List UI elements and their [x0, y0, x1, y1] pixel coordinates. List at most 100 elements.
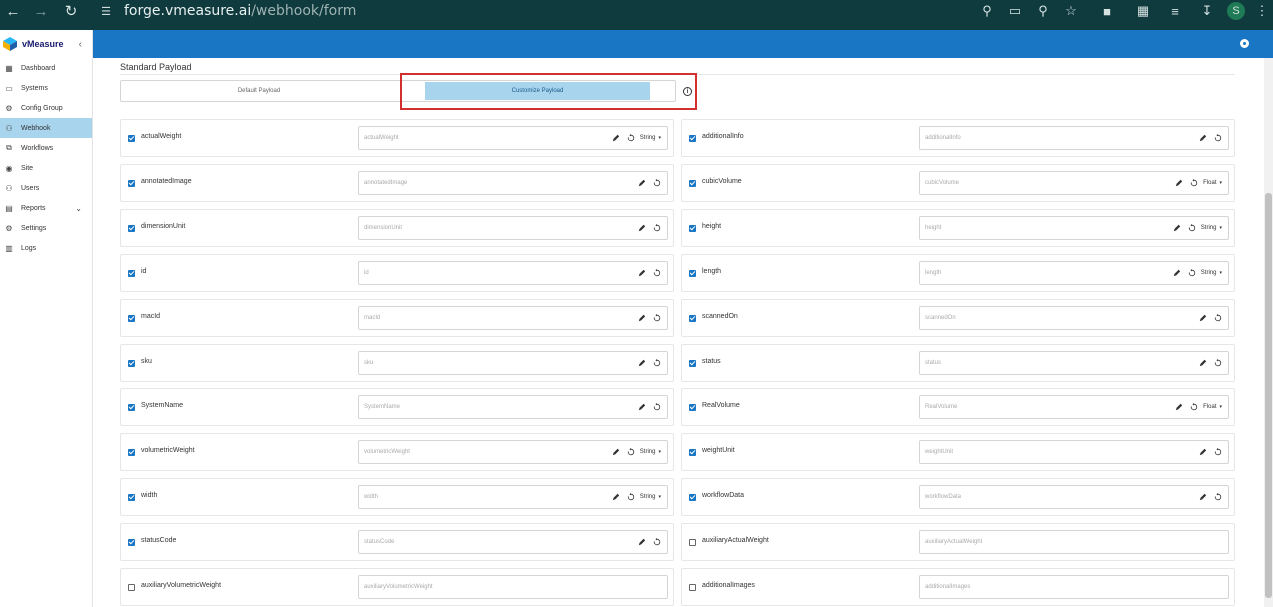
- sidebar-item-settings[interactable]: ⚙ Settings: [0, 218, 92, 238]
- edit-pencil-icon[interactable]: [1173, 269, 1181, 277]
- field-checkbox[interactable]: [128, 404, 135, 412]
- field-checkbox[interactable]: [689, 494, 696, 502]
- download-icon[interactable]: ↧: [1193, 0, 1221, 22]
- site-info-icon[interactable]: ☰: [98, 3, 114, 19]
- reset-icon[interactable]: [1214, 358, 1222, 367]
- edit-pencil-icon[interactable]: [612, 448, 620, 456]
- default-payload-option[interactable]: Default Payload: [121, 81, 397, 101]
- field-alias-input[interactable]: RealVolume Float ▾: [919, 395, 1229, 420]
- field-checkbox[interactable]: [128, 584, 135, 591]
- reset-icon[interactable]: [627, 134, 635, 142]
- field-alias-input[interactable]: height String ▾: [919, 215, 1229, 240]
- field-alias-input[interactable]: scannedOn: [919, 305, 1229, 330]
- url-text[interactable]: forge.vmeasure.ai/webhook/form: [124, 3, 356, 19]
- reset-icon[interactable]: [653, 178, 661, 187]
- chevron-down-icon[interactable]: ⌄: [75, 204, 82, 213]
- edit-pencil-icon[interactable]: [1199, 448, 1207, 456]
- sidebar-item-logs[interactable]: ▥ Logs: [0, 238, 92, 258]
- edit-pencil-icon[interactable]: [638, 538, 646, 546]
- type-select[interactable]: String ▾: [1201, 270, 1222, 276]
- account-icon[interactable]: [1240, 39, 1249, 48]
- field-alias-input[interactable]: volumetricWeight String ▾: [358, 440, 668, 465]
- back-icon[interactable]: ←: [2, 0, 24, 22]
- field-alias-input[interactable]: additionalImages: [919, 575, 1229, 599]
- reset-icon[interactable]: [653, 268, 661, 277]
- field-checkbox[interactable]: [128, 449, 135, 457]
- reset-icon[interactable]: [627, 493, 635, 501]
- field-alias-input[interactable]: workflowData: [919, 485, 1229, 510]
- field-checkbox[interactable]: [689, 449, 696, 457]
- field-alias-input[interactable]: dimensionUnit: [358, 215, 668, 240]
- profile-avatar[interactable]: S: [1227, 2, 1245, 20]
- reset-icon[interactable]: [653, 223, 661, 232]
- reading-list-icon[interactable]: ≡: [1157, 0, 1193, 22]
- field-alias-input[interactable]: length String ▾: [919, 260, 1229, 285]
- reset-icon[interactable]: [653, 403, 661, 411]
- edit-pencil-icon[interactable]: [1199, 314, 1207, 322]
- address-bar[interactable]: ☰ forge.vmeasure.ai/webhook/form: [90, 0, 1090, 22]
- field-checkbox[interactable]: [128, 494, 135, 502]
- reset-icon[interactable]: [653, 538, 661, 546]
- edit-pencil-icon[interactable]: [612, 134, 620, 142]
- edit-pencil-icon[interactable]: [638, 314, 646, 322]
- edit-pencil-icon[interactable]: [638, 403, 646, 411]
- edit-pencil-icon[interactable]: [1175, 403, 1183, 411]
- sidebar-item-systems[interactable]: ▭ Systems: [0, 78, 92, 98]
- edit-pencil-icon[interactable]: [638, 359, 646, 367]
- field-checkbox[interactable]: [128, 135, 135, 142]
- field-alias-input[interactable]: macId: [358, 305, 668, 330]
- reset-icon[interactable]: [653, 313, 661, 322]
- sidebar-item-workflows[interactable]: ⧉ Workflows: [0, 138, 92, 158]
- field-checkbox[interactable]: [689, 584, 696, 591]
- type-select[interactable]: Float ▾: [1203, 404, 1222, 410]
- browser-menu-icon[interactable]: ⋮: [1251, 0, 1273, 22]
- field-checkbox[interactable]: [128, 224, 135, 232]
- reset-icon[interactable]: [1214, 313, 1222, 322]
- field-alias-input[interactable]: weightUnit: [919, 440, 1229, 465]
- reset-icon[interactable]: [1188, 268, 1196, 277]
- type-select[interactable]: String ▾: [640, 135, 661, 141]
- reset-icon[interactable]: [653, 358, 661, 367]
- field-checkbox[interactable]: [689, 269, 696, 277]
- reset-icon[interactable]: [1190, 178, 1198, 187]
- field-alias-input[interactable]: statusCode: [358, 530, 668, 555]
- sidebar-item-site[interactable]: ◉ Site: [0, 158, 92, 178]
- reset-icon[interactable]: [1190, 403, 1198, 411]
- sidebar-item-dashboard[interactable]: ▦ Dashboard: [0, 58, 92, 78]
- reset-icon[interactable]: [1188, 223, 1196, 232]
- field-checkbox[interactable]: [689, 359, 696, 367]
- password-key-icon[interactable]: ⚲: [973, 0, 1001, 22]
- reset-icon[interactable]: [1214, 134, 1222, 142]
- field-checkbox[interactable]: [128, 269, 135, 277]
- edit-pencil-icon[interactable]: [1175, 179, 1183, 187]
- field-checkbox[interactable]: [689, 314, 696, 322]
- edit-pencil-icon[interactable]: [1199, 134, 1207, 142]
- edit-pencil-icon[interactable]: [638, 224, 646, 232]
- field-checkbox[interactable]: [689, 179, 696, 187]
- field-alias-input[interactable]: width String ▾: [358, 485, 668, 510]
- extensions-puzzle-icon[interactable]: ▦: [1129, 0, 1157, 22]
- zoom-icon[interactable]: ⚲: [1029, 0, 1057, 22]
- edit-pencil-icon[interactable]: [1199, 493, 1207, 501]
- forward-icon[interactable]: →: [30, 0, 52, 22]
- type-select[interactable]: String ▾: [640, 494, 661, 500]
- scrollbar-thumb[interactable]: [1265, 193, 1272, 598]
- reset-icon[interactable]: [1214, 493, 1222, 501]
- info-icon[interactable]: i: [683, 87, 692, 96]
- edit-pencil-icon[interactable]: [612, 493, 620, 501]
- reload-icon[interactable]: ↻: [60, 0, 82, 22]
- field-alias-input[interactable]: status: [919, 350, 1229, 375]
- extension-cube-icon[interactable]: ■: [1085, 0, 1129, 22]
- field-alias-input[interactable]: SystemName: [358, 395, 668, 420]
- edit-pencil-icon[interactable]: [638, 269, 646, 277]
- reset-icon[interactable]: [627, 448, 635, 456]
- field-checkbox[interactable]: [128, 359, 135, 367]
- field-checkbox[interactable]: [128, 179, 135, 187]
- field-checkbox[interactable]: [689, 539, 696, 547]
- field-alias-input[interactable]: auxiliaryVolumetricWeight: [358, 575, 668, 599]
- field-alias-input[interactable]: additionalInfo: [919, 126, 1229, 150]
- field-alias-input[interactable]: auxiliaryActualWeight: [919, 530, 1229, 555]
- field-alias-input[interactable]: actualWeight String ▾: [358, 126, 668, 150]
- edit-pencil-icon[interactable]: [1173, 224, 1181, 232]
- field-alias-input[interactable]: annotatedImage: [358, 170, 668, 195]
